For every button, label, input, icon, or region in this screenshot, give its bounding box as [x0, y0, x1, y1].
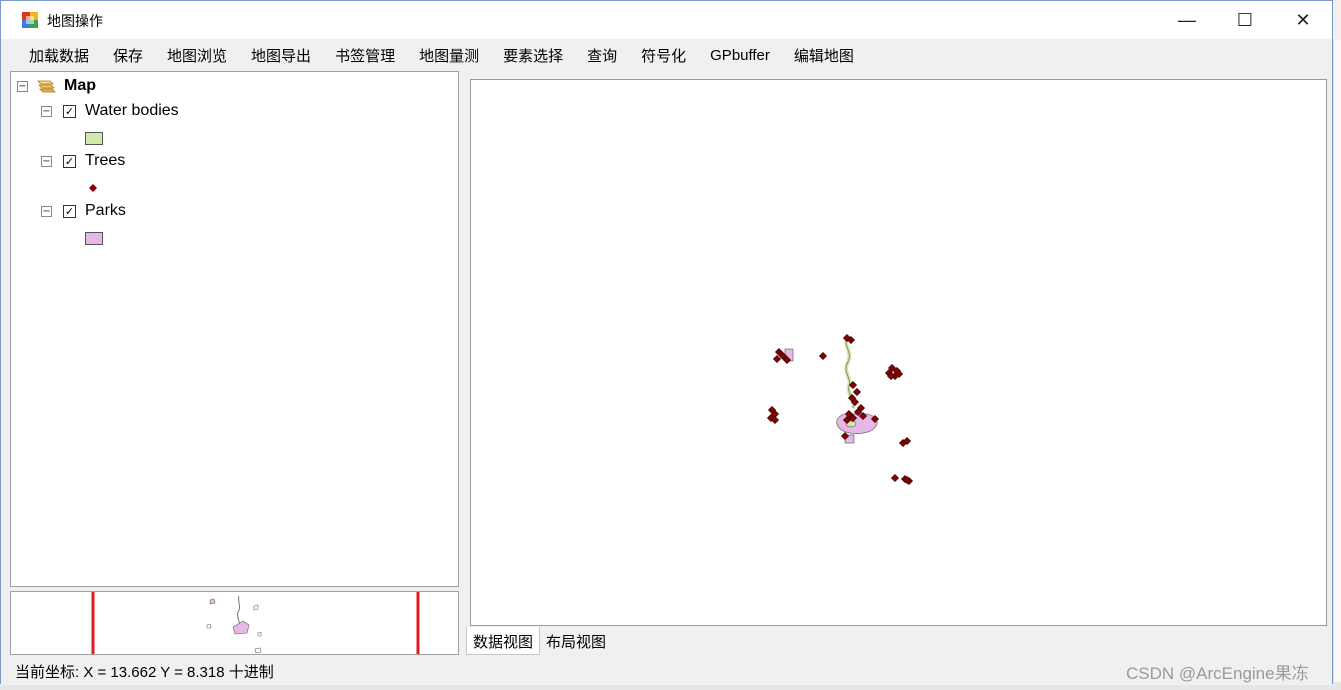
menu-load-data[interactable]: 加载数据 [17, 41, 101, 70]
menu-query[interactable]: 查询 [575, 41, 629, 70]
overview-park [209, 598, 216, 605]
parks-legend-swatch [85, 232, 103, 245]
map-canvas[interactable] [471, 80, 1328, 627]
layers-stack-icon [37, 80, 56, 93]
layer-visibility-checkbox[interactable]: ✓ [63, 154, 76, 168]
tree-point [818, 351, 828, 361]
overview-map-canvas[interactable] [11, 592, 459, 655]
menu-bar: 加载数据 保存 地图浏览 地图导出 书签管理 地图量测 要素选择 查询 符号化 … [1, 39, 1332, 71]
overview-park [253, 604, 259, 611]
overview-park [254, 647, 262, 654]
park-polygon [836, 413, 878, 434]
maximize-button[interactable]: ☐ [1216, 1, 1274, 39]
tree-point [852, 387, 862, 397]
window-title: 地图操作 [47, 13, 103, 29]
menu-feature-select[interactable]: 要素选择 [491, 41, 575, 70]
menu-symbolize[interactable]: 符号化 [629, 41, 698, 70]
map-app-icon [22, 12, 38, 28]
layer-label-water-bodies: Water bodies [85, 102, 179, 119]
close-icon: ✕ [1295, 9, 1311, 30]
title-bar: 地图操作 — ☐ ✕ [1, 1, 1332, 39]
collapse-icon[interactable]: − [41, 205, 52, 217]
csdn-watermark: CSDN @ArcEngine果冻 [1126, 664, 1309, 683]
close-button[interactable]: ✕ [1274, 1, 1332, 39]
background-window-strip [1333, 40, 1341, 690]
menu-gpbuffer[interactable]: GPbuffer [698, 43, 782, 68]
collapse-icon[interactable]: − [41, 155, 52, 167]
menu-map-export[interactable]: 地图导出 [239, 41, 323, 70]
overview-park [257, 631, 262, 637]
layer-label-parks: Parks [85, 202, 126, 219]
map-operation-window: 地图操作 — ☐ ✕ 加载数据 保存 地图浏览 地图导出 书签管理 地图量测 要… [0, 0, 1333, 685]
tree-node-map[interactable]: − Map [17, 76, 96, 96]
menu-map-measure[interactable]: 地图量测 [407, 41, 491, 70]
map-root-label: Map [64, 77, 96, 94]
maximize-icon: ☐ [1236, 9, 1254, 30]
table-of-contents: − Map − ✓ Water bodies − ✓ Trees − ✓ Par… [10, 71, 459, 587]
menu-save[interactable]: 保存 [101, 41, 155, 70]
layer-label-trees: Trees [85, 152, 126, 169]
map-view[interactable] [470, 79, 1327, 626]
minimize-icon: — [1178, 9, 1196, 30]
overview-map[interactable] [10, 591, 459, 655]
tree-node-parks[interactable]: − ✓ Parks [41, 201, 126, 221]
layer-visibility-checkbox[interactable]: ✓ [63, 104, 76, 118]
trees-legend-marker-icon [89, 184, 97, 192]
coordinate-readout: 当前坐标: X = 13.662 Y = 8.318 十进制 [15, 663, 274, 681]
tab-data-view[interactable]: 数据视图 [466, 627, 541, 655]
minimize-button[interactable]: — [1158, 1, 1216, 39]
tree-point [890, 473, 900, 483]
overview-park-main [232, 620, 250, 635]
menu-map-browse[interactable]: 地图浏览 [155, 41, 239, 70]
menu-edit-map[interactable]: 编辑地图 [782, 41, 866, 70]
view-tabs: 数据视图 布局视图 [466, 627, 613, 655]
collapse-icon[interactable]: − [41, 105, 52, 117]
tab-layout-view[interactable]: 布局视图 [540, 627, 613, 655]
overview-park [206, 623, 212, 629]
tree-node-trees[interactable]: − ✓ Trees [41, 151, 125, 171]
layer-visibility-checkbox[interactable]: ✓ [63, 204, 76, 218]
water-bodies-legend-swatch [85, 132, 103, 145]
menu-bookmark-manage[interactable]: 书签管理 [323, 41, 407, 70]
collapse-icon[interactable]: − [17, 80, 28, 92]
tree-node-water-bodies[interactable]: − ✓ Water bodies [41, 101, 179, 121]
